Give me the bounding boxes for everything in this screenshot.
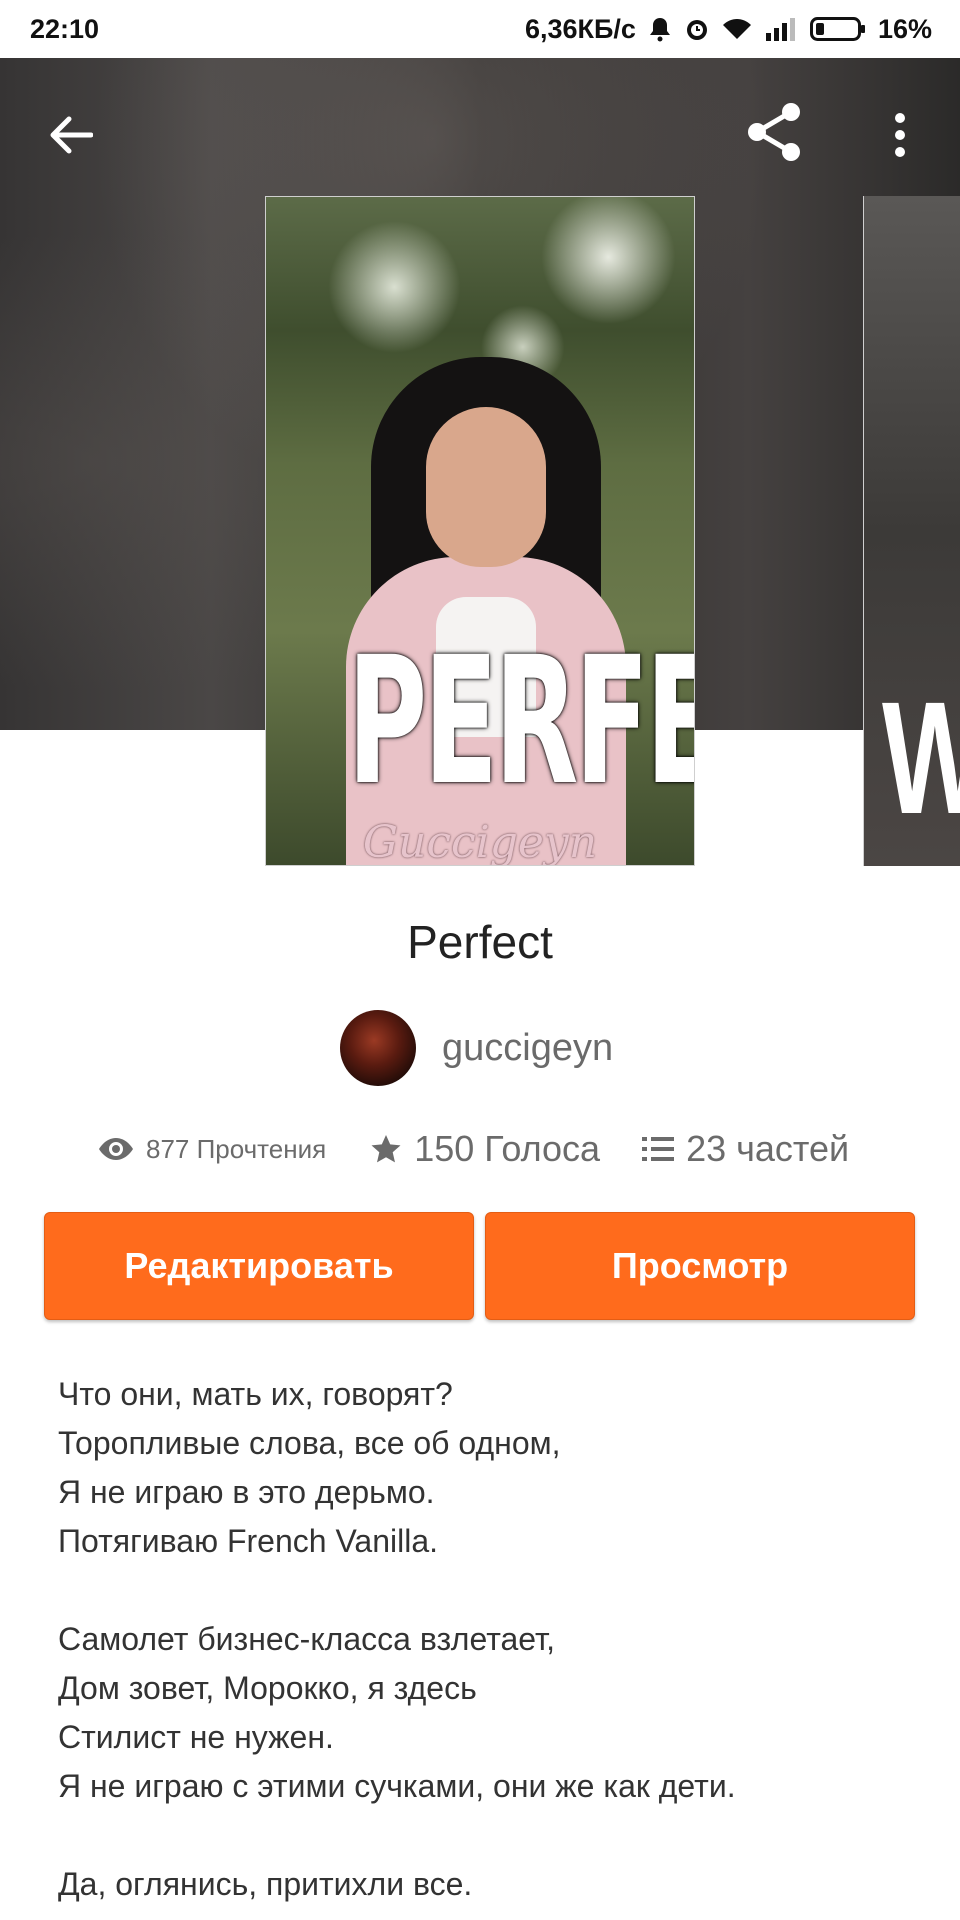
description-line — [58, 1811, 918, 1860]
story-stats: 877 Прочтения 150 Голоса 23 частей — [98, 1128, 849, 1170]
back-button[interactable] — [30, 95, 110, 175]
votes-count: 150 Голоса — [414, 1128, 601, 1169]
edit-button[interactable]: Редактировать — [44, 1212, 474, 1320]
battery-icon — [809, 17, 865, 41]
alarm-icon — [686, 20, 707, 40]
share-button[interactable] — [733, 90, 817, 174]
wifi-icon — [722, 19, 751, 39]
more-vert-icon — [895, 113, 905, 157]
battery-percent: 16% — [877, 13, 932, 44]
cover-title-text: PERFECT — [347, 619, 694, 824]
description-line: Самолет бизнес-класса взлетает, — [58, 1621, 556, 1657]
arrow-left-icon — [50, 116, 93, 154]
status-bar: 22:10 6,36КБ/с 16% — [0, 0, 960, 58]
star-icon — [371, 1135, 401, 1163]
parts-stat: 23 частей — [642, 1128, 849, 1170]
story-title: Perfect — [407, 916, 553, 968]
description-line: Я не играю с этими сучками, они же как д… — [58, 1768, 736, 1804]
description-line: Торопливые слова, все об одном, — [58, 1425, 561, 1461]
view-button[interactable]: Просмотр — [485, 1212, 915, 1320]
next-cover-letter: W — [882, 666, 960, 850]
description-line — [58, 1566, 918, 1615]
story-cover[interactable]: PERFECT Guccigeyn — [265, 196, 695, 866]
reads-stat: 877 Прочтения — [98, 1134, 326, 1165]
next-story-cover[interactable]: W — [863, 196, 960, 866]
description-line: Да, оглянись, притихли все. — [58, 1866, 473, 1902]
status-indicators: 6,36КБ/с 16% — [525, 14, 932, 45]
share-icon — [748, 103, 800, 161]
description-line: Я не играю в это дерьмо. — [58, 1474, 435, 1510]
description-line: Дом зовет, Морокко, я здесь — [58, 1670, 477, 1706]
status-time: 22:10 — [30, 13, 100, 44]
author-link[interactable]: guccigeyn — [340, 1010, 613, 1086]
avatar[interactable] — [340, 1010, 416, 1086]
reads-count: 877 Прочтения — [146, 1133, 327, 1164]
author-name[interactable]: guccigeyn — [442, 1027, 613, 1070]
description-line: Что они, мать их, говорят? — [58, 1376, 453, 1412]
signal-icon — [765, 18, 795, 41]
list-icon — [642, 1137, 675, 1161]
network-speed: 6,36КБ/с — [525, 13, 636, 44]
description-line: Стилист не нужен. — [58, 1719, 334, 1755]
story-description: Что они, мать их, говорят? Торопливые сл… — [58, 1370, 918, 1909]
more-options-button[interactable] — [870, 95, 930, 175]
parts-count: 23 частей — [686, 1128, 850, 1169]
votes-stat: 150 Голоса — [370, 1128, 600, 1170]
cover-signature: Guccigeyn — [362, 817, 598, 866]
bell-icon — [649, 18, 670, 42]
eye-icon — [99, 1138, 133, 1160]
cover-figure-face — [426, 407, 546, 567]
description-line: Потягиваю French Vanilla. — [58, 1523, 439, 1559]
